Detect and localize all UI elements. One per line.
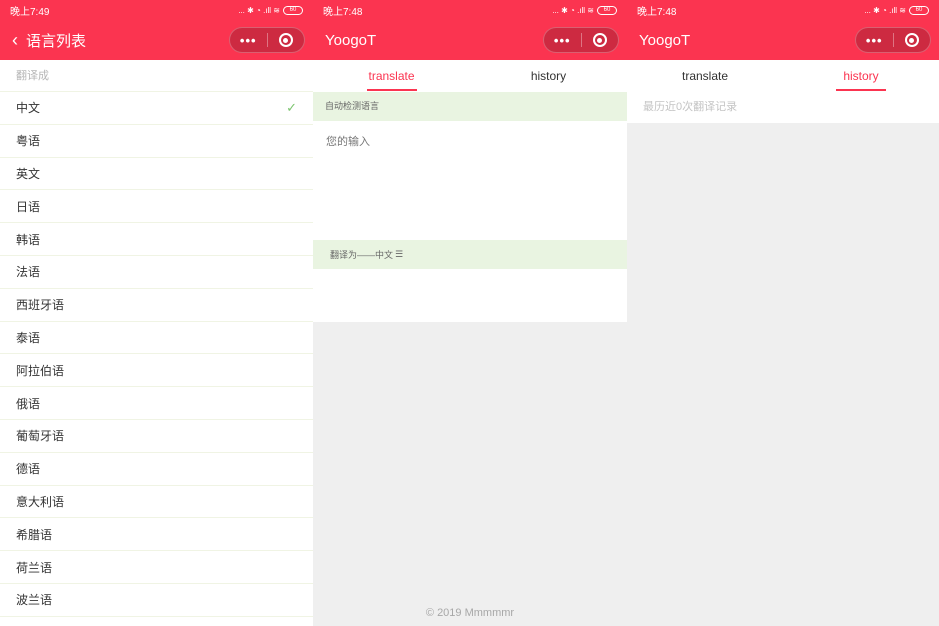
target-language-label: 翻译为——中文 — [330, 250, 394, 260]
close-capsule-button[interactable] — [582, 33, 619, 47]
app-title: YoogoT — [325, 31, 377, 49]
language-label: 葡萄牙语 — [16, 429, 65, 444]
language-item[interactable]: 西班牙语 — [0, 289, 313, 322]
language-label: 阿拉伯语 — [16, 363, 65, 378]
language-label: 英文 — [16, 166, 41, 181]
language-label: 泰语 — [16, 330, 41, 345]
language-list: 中文 ✓ 粤语英文日语韩语法语西班牙语泰语阿拉伯语俄语葡萄牙语德语意大利语希腊语荷兰… — [0, 92, 313, 617]
language-item[interactable]: 韩语 — [0, 223, 313, 256]
menu-icon: ☰ — [395, 249, 404, 259]
tab-history[interactable]: history — [470, 60, 627, 92]
status-time: 晚上7:48 — [323, 6, 363, 18]
section-header: 翻译成 — [0, 60, 313, 92]
language-label: 法语 — [16, 265, 41, 280]
tab-translate[interactable]: translate — [313, 60, 470, 92]
language-item[interactable]: 日语 — [0, 190, 313, 224]
history-summary: 最历近0次翻译记录 — [627, 92, 939, 123]
language-item[interactable]: 荷兰语 — [0, 551, 313, 584]
language-item[interactable]: 波兰语 — [0, 584, 313, 617]
status-bar: 晚上7:48 ... ✱ ◔ .ıll ≋ 60 — [627, 0, 939, 20]
language-label: 希腊语 — [16, 527, 53, 542]
language-item[interactable]: 中文 ✓ — [0, 92, 313, 125]
top-bar: 晚上7:48 ... ✱ ◔ .ıll ≋ 60 YoogoT ••• — [627, 0, 939, 60]
battery-icon: 60 — [909, 5, 929, 15]
language-item[interactable]: 葡萄牙语 — [0, 420, 313, 453]
more-menu-icon[interactable]: ••• — [856, 33, 893, 48]
status-time: 晚上7:49 — [10, 6, 50, 18]
language-item[interactable]: 粤语 — [0, 125, 313, 158]
nav-bar: ‹ 语言列表 ••• — [0, 20, 313, 60]
source-language-label[interactable]: 自动检测语言 — [313, 92, 627, 121]
language-label: 荷兰语 — [16, 560, 53, 575]
top-bar: 晚上7:48 ... ✱ ◔ .ıll ≋ 60 YoogoT ••• — [313, 0, 627, 60]
mini-program-capsule: ••• — [855, 27, 931, 53]
tab-bar: translate history — [313, 60, 627, 92]
record-icon — [592, 33, 607, 47]
language-label: 波兰语 — [16, 593, 53, 608]
record-icon — [904, 33, 919, 47]
language-item[interactable]: 意大利语 — [0, 486, 313, 519]
battery-icon: 60 — [597, 5, 617, 15]
status-bar: 晚上7:48 ... ✱ ◔ .ıll ≋ 60 — [313, 0, 627, 20]
language-list-screen: 晚上7:49 ... ✱ ◔ .ıll ≋ 60 ‹ 语言列表 ••• 翻译成 … — [0, 0, 313, 626]
mini-program-capsule: ••• — [229, 27, 305, 53]
input-placeholder: 您的输入 — [326, 136, 370, 148]
close-capsule-button[interactable] — [268, 33, 305, 47]
language-item[interactable]: 法语 — [0, 256, 313, 289]
language-label: 德语 — [16, 462, 41, 477]
back-arrow-icon[interactable]: ‹ — [12, 31, 18, 49]
language-label: 韩语 — [16, 232, 41, 247]
nav-bar: YoogoT ••• — [313, 20, 627, 60]
target-language-selector[interactable]: 翻译为——中文 ☰ — [313, 240, 627, 269]
language-label: 日语 — [16, 199, 41, 214]
signal-icons: ... ✱ ◔ .ıll ≋ — [552, 5, 594, 15]
record-icon — [278, 33, 293, 47]
language-item[interactable]: 阿拉伯语 — [0, 354, 313, 388]
battery-icon: 60 — [283, 5, 303, 15]
language-item[interactable]: 英文 — [0, 158, 313, 191]
page-title: 语言列表 — [26, 32, 87, 50]
signal-icons: ... ✱ ◔ .ıll ≋ — [864, 5, 906, 15]
more-menu-icon[interactable]: ••• — [544, 33, 581, 48]
tab-bar: translate history — [627, 60, 939, 92]
mini-program-capsule: ••• — [543, 27, 619, 53]
language-label: 粤语 — [16, 134, 41, 149]
tab-translate[interactable]: translate — [627, 60, 783, 92]
language-label: 中文 — [16, 101, 41, 116]
translate-screen: 晚上7:48 ... ✱ ◔ .ıll ≋ 60 YoogoT ••• tran… — [313, 0, 627, 626]
app-title: YoogoT — [639, 31, 691, 49]
translation-output — [313, 269, 627, 322]
language-item[interactable]: 泰语 — [0, 322, 313, 355]
language-label: 西班牙语 — [16, 298, 65, 313]
tab-history[interactable]: history — [783, 60, 939, 92]
status-icons: ... ✱ ◔ .ıll ≋ 60 — [238, 5, 303, 15]
history-screen: 晚上7:48 ... ✱ ◔ .ıll ≋ 60 YoogoT ••• tran… — [627, 0, 939, 626]
language-label: 意大利语 — [16, 494, 65, 509]
copyright-footer: © 2019 Mmmmmr — [425, 607, 515, 619]
more-menu-icon[interactable]: ••• — [230, 33, 267, 48]
language-label: 俄语 — [16, 396, 41, 411]
top-bar: 晚上7:49 ... ✱ ◔ .ıll ≋ 60 ‹ 语言列表 ••• — [0, 0, 313, 60]
status-icons: ... ✱ ◔ .ıll ≋ 60 — [552, 5, 617, 15]
status-bar: 晚上7:49 ... ✱ ◔ .ıll ≋ 60 — [0, 0, 313, 20]
language-item[interactable]: 德语 — [0, 453, 313, 486]
status-time: 晚上7:48 — [637, 6, 677, 18]
status-icons: ... ✱ ◔ .ıll ≋ 60 — [864, 5, 929, 15]
language-item[interactable]: 俄语 — [0, 387, 313, 420]
checkmark-icon: ✓ — [286, 99, 297, 115]
signal-icons: ... ✱ ◔ .ıll ≋ — [238, 5, 280, 15]
nav-bar: YoogoT ••• — [627, 20, 939, 60]
language-item[interactable]: 希腊语 — [0, 518, 313, 552]
translation-input[interactable]: 您的输入 — [313, 121, 627, 240]
close-capsule-button[interactable] — [894, 33, 931, 47]
